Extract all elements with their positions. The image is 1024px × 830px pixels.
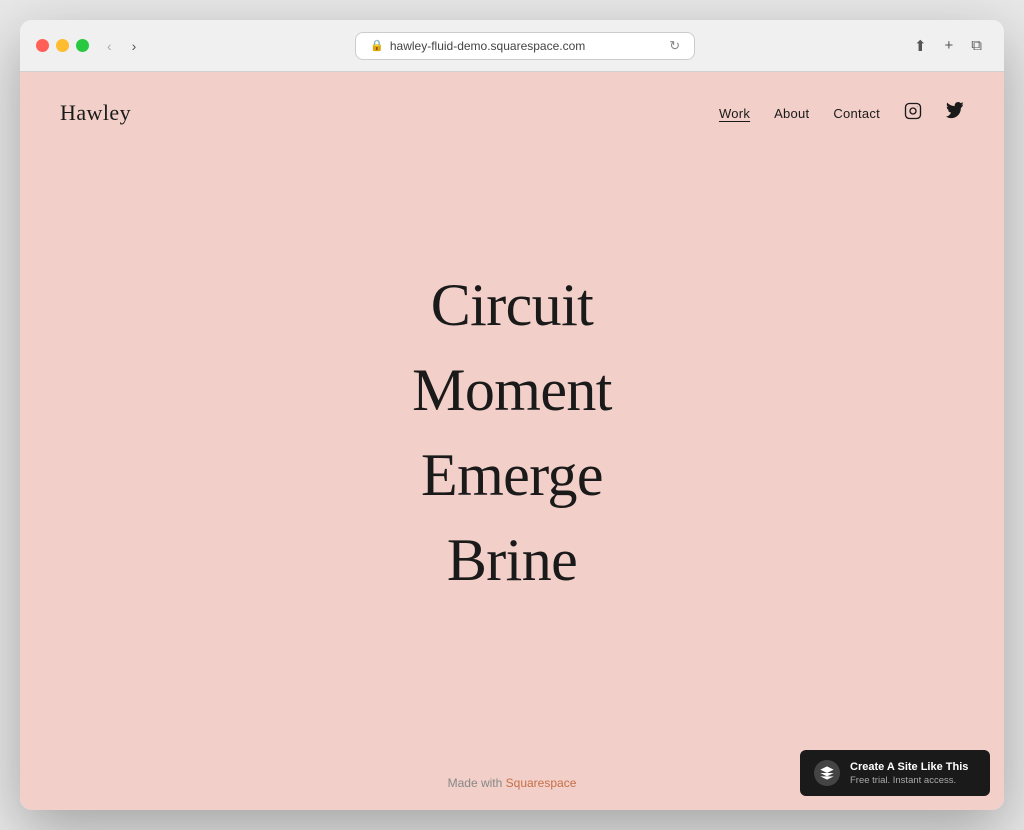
minimize-button[interactable] bbox=[56, 39, 69, 52]
project-brine[interactable]: Brine bbox=[447, 520, 577, 601]
nav-work[interactable]: Work bbox=[719, 106, 750, 121]
project-moment[interactable]: Moment bbox=[412, 350, 612, 431]
site-nav: Work About Contact bbox=[719, 102, 964, 125]
instagram-icon[interactable] bbox=[904, 102, 922, 125]
squarespace-badge[interactable]: Create A Site Like This Free trial. Inst… bbox=[800, 750, 990, 796]
badge-icon bbox=[814, 760, 840, 786]
url-text: hawley-fluid-demo.squarespace.com bbox=[390, 39, 585, 53]
share-button[interactable]: ⬆ bbox=[908, 33, 933, 59]
traffic-lights bbox=[36, 39, 89, 52]
back-button[interactable]: ‹ bbox=[101, 34, 118, 58]
maximize-button[interactable] bbox=[76, 39, 89, 52]
project-circuit[interactable]: Circuit bbox=[431, 265, 593, 346]
nav-about[interactable]: About bbox=[774, 106, 809, 121]
site-logo[interactable]: Hawley bbox=[60, 100, 131, 126]
browser-window: ‹ › 🔒 hawley-fluid-demo.squarespace.com … bbox=[20, 20, 1004, 810]
footer-prefix: Made with bbox=[448, 776, 506, 790]
browser-controls: ‹ › bbox=[101, 34, 142, 58]
site-header: Hawley Work About Contact bbox=[20, 72, 1004, 146]
copy-window-button[interactable]: ⧉ bbox=[965, 33, 988, 58]
address-bar-area: 🔒 hawley-fluid-demo.squarespace.com ↻ bbox=[142, 32, 908, 60]
twitter-icon[interactable] bbox=[946, 102, 964, 125]
squarespace-link[interactable]: Squarespace bbox=[506, 776, 577, 790]
project-emerge[interactable]: Emerge bbox=[421, 435, 603, 516]
badge-text: Create A Site Like This Free trial. Inst… bbox=[850, 760, 968, 786]
badge-title: Create A Site Like This bbox=[850, 760, 968, 774]
forward-button[interactable]: › bbox=[126, 34, 143, 58]
new-tab-button[interactable]: + bbox=[939, 33, 960, 58]
close-button[interactable] bbox=[36, 39, 49, 52]
address-bar[interactable]: 🔒 hawley-fluid-demo.squarespace.com ↻ bbox=[355, 32, 695, 60]
site-main: Circuit Moment Emerge Brine bbox=[20, 146, 1004, 760]
website-content: Hawley Work About Contact bbox=[20, 72, 1004, 810]
browser-chrome: ‹ › 🔒 hawley-fluid-demo.squarespace.com … bbox=[20, 20, 1004, 72]
refresh-icon[interactable]: ↻ bbox=[669, 38, 680, 54]
project-list: Circuit Moment Emerge Brine bbox=[412, 265, 612, 601]
lock-icon: 🔒 bbox=[370, 39, 384, 52]
browser-actions: ⬆ + ⧉ bbox=[908, 33, 988, 59]
nav-contact[interactable]: Contact bbox=[833, 106, 880, 121]
badge-subtitle: Free trial. Instant access. bbox=[850, 775, 968, 786]
